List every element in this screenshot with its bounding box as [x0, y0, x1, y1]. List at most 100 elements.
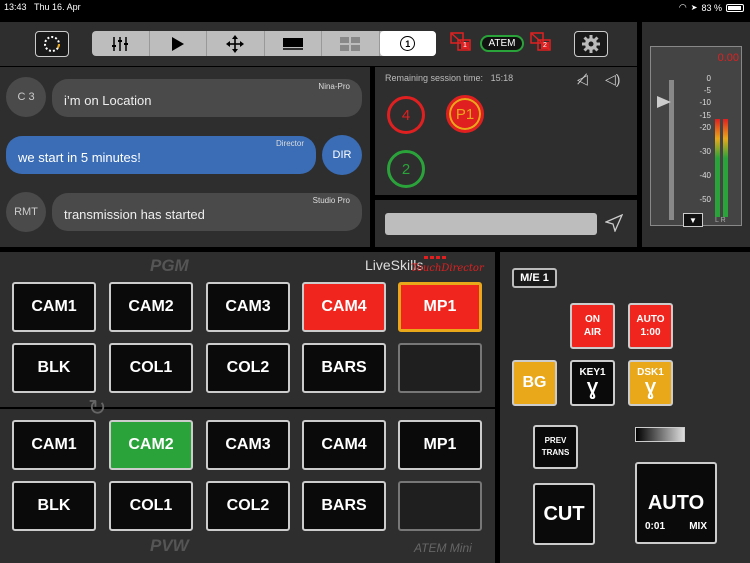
transition-icon: Ɣ [586, 379, 599, 399]
avatar: RMT [6, 192, 46, 232]
auto-time: 0:01 [645, 521, 666, 532]
divider [0, 407, 495, 409]
battery-icon [726, 3, 744, 12]
tab-multiview[interactable] [322, 31, 380, 56]
pvw-empty-button[interactable] [398, 481, 482, 531]
pgm-cam2-button[interactable]: CAM2 [109, 282, 193, 332]
meter-right [723, 119, 728, 217]
chat-sender: Studio Pro [312, 196, 350, 205]
pgm-cam1-button[interactable]: CAM1 [12, 282, 96, 332]
pvw-blk-button[interactable]: BLK [12, 481, 96, 531]
auto-label: AUTO [647, 492, 705, 514]
meter-left [715, 119, 720, 217]
atem-1-index: 1 [461, 42, 469, 49]
pgm-cam3-button[interactable]: CAM3 [206, 282, 290, 332]
scale-tick: -50 [699, 195, 711, 205]
pgm-cam4-button[interactable]: CAM4 [302, 282, 386, 332]
on-air-label-2: AIR [583, 327, 602, 338]
battery-percent: 83 % [701, 2, 722, 13]
pvw-col1-button[interactable]: COL1 [109, 481, 193, 531]
auto-button[interactable]: AUTO 0:01 MIX [635, 462, 717, 544]
auto-rate-time: 1:00 [640, 327, 661, 338]
bg-button[interactable]: BG [512, 360, 557, 406]
fader-handle[interactable] [657, 96, 671, 108]
remaining-value: 15:18 [490, 73, 514, 83]
dsk1-label: DSK1 [637, 367, 664, 378]
status-time: 13:43 [4, 2, 27, 12]
view-toolbar: 1 [92, 31, 436, 56]
clock-icon: 1 [400, 36, 416, 51]
pgm-label: PGM [150, 256, 189, 275]
menu-button[interactable] [35, 31, 69, 57]
dsk1-button[interactable]: DSK1 Ɣ [628, 360, 673, 406]
trans-label: TRANS [541, 448, 570, 457]
auto-mix: MIX [689, 521, 707, 532]
on-air-button[interactable]: ON AIR [570, 303, 615, 349]
megaphone-icon[interactable]: ◁) [605, 71, 620, 88]
message-input-panel [375, 200, 637, 247]
tab-move[interactable] [207, 31, 265, 56]
cut-button[interactable]: CUT [533, 483, 595, 545]
remaining-label: Remaining session time: [385, 73, 484, 83]
talkback-2-button[interactable]: 2 [387, 150, 425, 188]
prev-trans-button[interactable]: PREV TRANS [533, 425, 578, 469]
pvw-cam4-button[interactable]: CAM4 [302, 420, 386, 470]
audio-meter-box: 0.00 0 -5 -10 -15 -20 -30 -40 -50 L R ▼ [650, 46, 742, 227]
tab-play[interactable] [150, 31, 207, 56]
audio-level-value: 0.00 [717, 52, 739, 64]
transition-bar[interactable] [635, 427, 685, 442]
spinner-icon [44, 36, 60, 52]
atem-2-index: 2 [541, 42, 549, 49]
send-icon[interactable] [605, 214, 623, 232]
chat-panel: C 3 Nina-Pro i’m on Location Director we… [0, 67, 370, 247]
chat-message: Studio Pro transmission has started [52, 193, 362, 231]
pvw-cam1-button[interactable]: CAM1 [12, 420, 96, 470]
audio-scale: 0 -5 -10 -15 -20 -30 -40 -50 [691, 73, 711, 207]
pgm-bars-button[interactable]: BARS [302, 343, 386, 393]
chat-message: Director we start in 5 minutes! [6, 136, 316, 174]
tab-display[interactable] [265, 31, 322, 56]
scale-tick: -40 [699, 171, 711, 181]
key1-button[interactable]: KEY1 Ɣ [570, 360, 615, 406]
pvw-label: PVW [150, 536, 189, 555]
key1-label: KEY1 [579, 367, 606, 378]
atem-status-pill[interactable]: ATEM [480, 35, 524, 52]
audio-panel: 0.00 0 -5 -10 -15 -20 -30 -40 -50 L R ▼ [642, 22, 750, 247]
settings-button[interactable] [574, 31, 608, 57]
chat-text: we start in 5 minutes! [18, 150, 141, 165]
pvw-cam3-button[interactable]: CAM3 [206, 420, 290, 470]
scale-tick: 0 [706, 74, 711, 83]
tab-session[interactable]: 1 [379, 31, 436, 56]
tab-mixer[interactable] [92, 31, 150, 56]
avatar: DIR [322, 135, 362, 175]
sliders-icon [112, 36, 129, 51]
audio-dropdown-button[interactable]: ▼ [683, 213, 703, 227]
pvw-bars-button[interactable]: BARS [302, 481, 386, 531]
pgm-empty-button[interactable] [398, 343, 482, 393]
me-selector-button[interactable]: M/E 1 [512, 268, 557, 288]
pvw-col2-button[interactable]: COL2 [206, 481, 290, 531]
pvw-mp1-button[interactable]: MP1 [398, 420, 482, 470]
pvw-cam2-button[interactable]: CAM2 [109, 420, 193, 470]
auto-rate-button[interactable]: AUTO 1:00 [628, 303, 673, 349]
atem-1-indicator[interactable]: 1 [450, 32, 474, 54]
device-label: ATEM Mini [414, 541, 472, 555]
pgm-mp1-button[interactable]: MP1 [398, 282, 482, 332]
message-input[interactable] [385, 213, 597, 235]
scale-tick: -10 [699, 98, 711, 108]
atem-2-indicator[interactable]: 2 [530, 32, 554, 54]
talkback-4-button[interactable]: 4 [387, 96, 425, 134]
talkback-p1-button[interactable]: P1 [446, 95, 484, 133]
megaphone-off-icon[interactable]: ◁̸ [577, 71, 588, 88]
wifi-icon: ◠ [678, 2, 687, 12]
pgm-blk-button[interactable]: BLK [12, 343, 96, 393]
channel-labels: L R [715, 217, 726, 224]
brand-dots [424, 256, 446, 259]
transition-icon: Ɣ [644, 379, 657, 399]
brand-script: TouchDirector [411, 263, 484, 274]
location-icon: ➤ [690, 3, 698, 12]
pgm-col1-button[interactable]: COL1 [109, 343, 193, 393]
swap-icon[interactable]: ↻ [88, 396, 112, 420]
status-date: Thu 16. Apr [34, 2, 81, 12]
pgm-col2-button[interactable]: COL2 [206, 343, 290, 393]
